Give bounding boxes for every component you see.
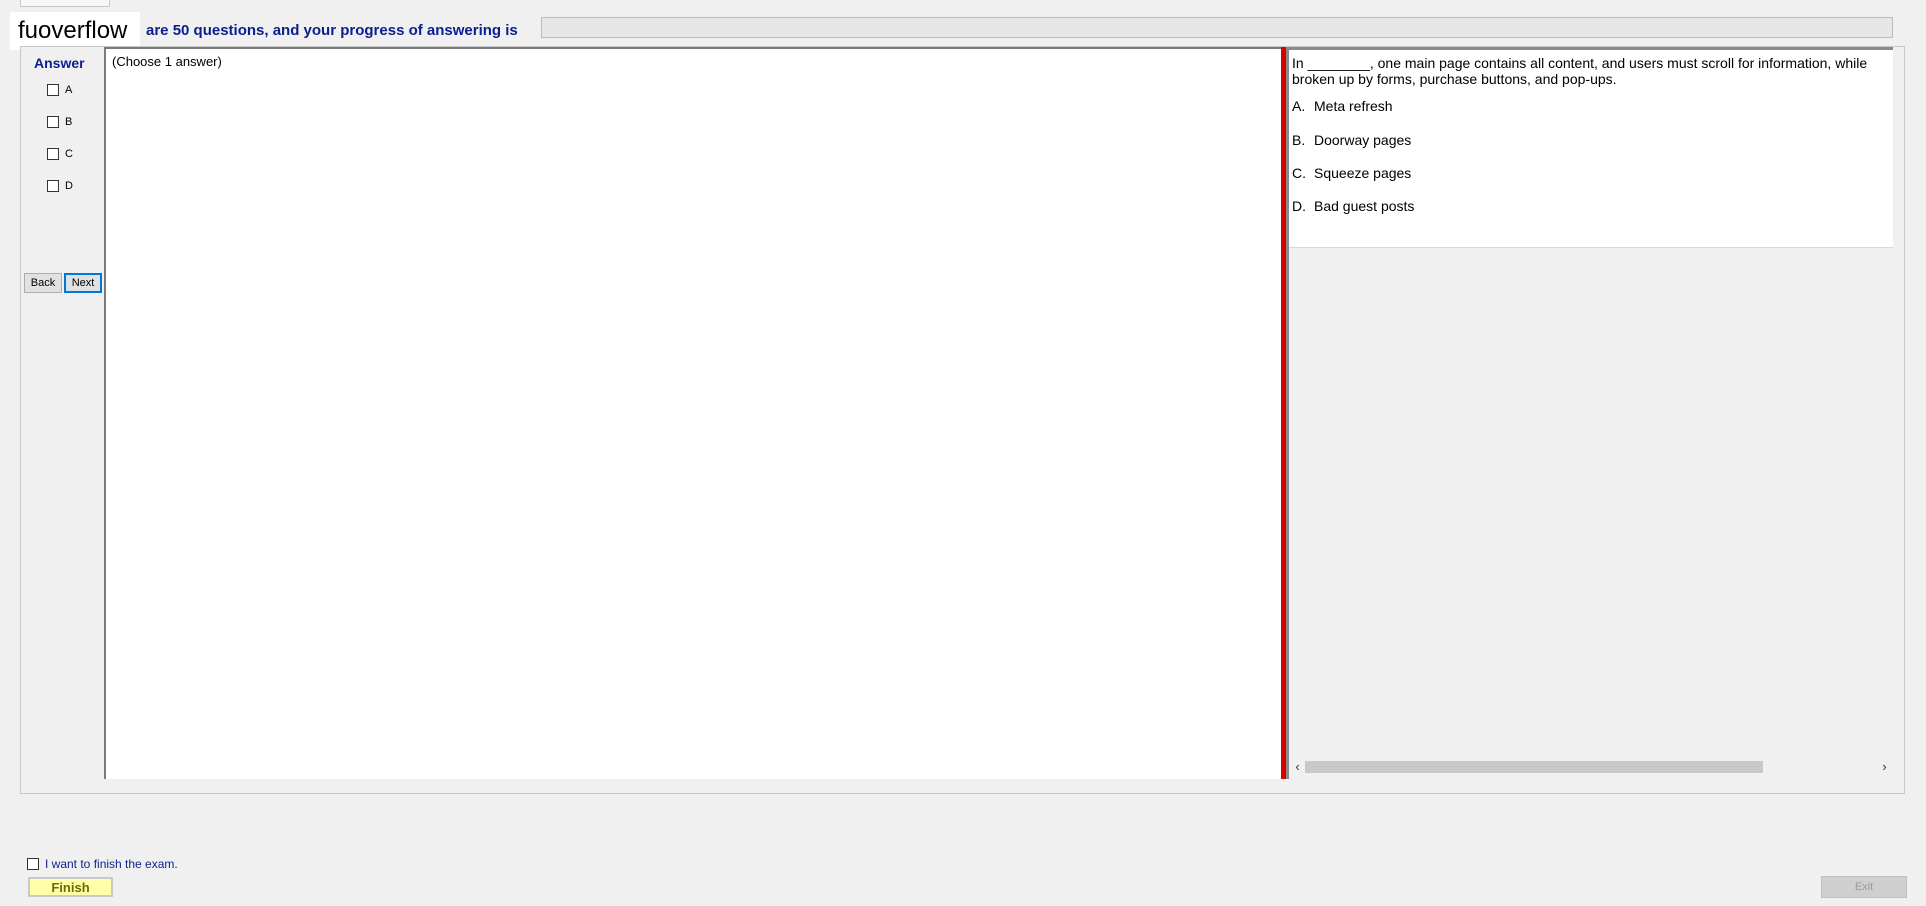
choice-letter: B. [1292,132,1306,148]
choice-text: Squeeze pages [1314,165,1412,181]
choice-letter: A. [1292,98,1306,114]
question-content: In ________, one main page contains all … [1289,50,1893,248]
answer-title: Answer [34,55,85,71]
work-pane[interactable]: (Choose 1 answer) [104,47,1282,779]
answer-option-c[interactable]: C [47,148,73,160]
scrollbar-thumb[interactable] [1305,761,1763,773]
progress-heading: are 50 questions, and your progress of a… [146,22,518,39]
answer-checkbox-b[interactable] [47,116,59,128]
back-button[interactable]: Back [24,273,62,293]
answer-option-label: D [65,180,73,192]
window-tab [20,0,110,7]
horizontal-scrollbar[interactable]: ‹ › [1289,758,1893,775]
exit-button[interactable]: Exit [1821,876,1907,898]
answer-option-label: C [65,148,73,160]
question-choice-a: A. Meta refresh [1292,98,1393,114]
progress-bar [541,17,1893,38]
finish-confirm-label: I want to finish the exam. [45,857,178,871]
choice-text: Meta refresh [1314,98,1393,114]
answer-checkbox-d[interactable] [47,180,59,192]
question-choice-d: D. Bad guest posts [1292,198,1414,214]
answer-checkbox-c[interactable] [47,148,59,160]
answer-option-b[interactable]: B [47,116,72,128]
choice-text: Bad guest posts [1314,198,1415,214]
question-text: In ________, one main page contains all … [1292,55,1868,87]
answer-option-label: A [65,84,73,96]
question-choice-b: B. Doorway pages [1292,132,1411,148]
scroll-right-icon[interactable]: › [1876,758,1893,775]
choose-instruction: (Choose 1 answer) [112,54,222,69]
answer-option-a[interactable]: A [47,84,72,96]
finish-confirm-option[interactable]: I want to finish the exam. [27,857,178,871]
answer-option-d[interactable]: D [47,180,73,192]
choice-text: Doorway pages [1314,132,1412,148]
question-pane: In ________, one main page contains all … [1289,47,1893,779]
answer-option-label: B [65,116,73,128]
finish-button[interactable]: Finish [28,877,113,897]
finish-confirm-checkbox[interactable] [27,858,39,870]
question-choice-c: C. Squeeze pages [1292,165,1411,181]
next-button[interactable]: Next [64,273,102,293]
choice-letter: D. [1292,198,1306,214]
brand-watermark: fuoverflow [10,12,140,50]
answer-checkbox-a[interactable] [47,84,59,96]
choice-letter: C. [1292,165,1306,181]
scroll-left-icon[interactable]: ‹ [1289,758,1306,775]
